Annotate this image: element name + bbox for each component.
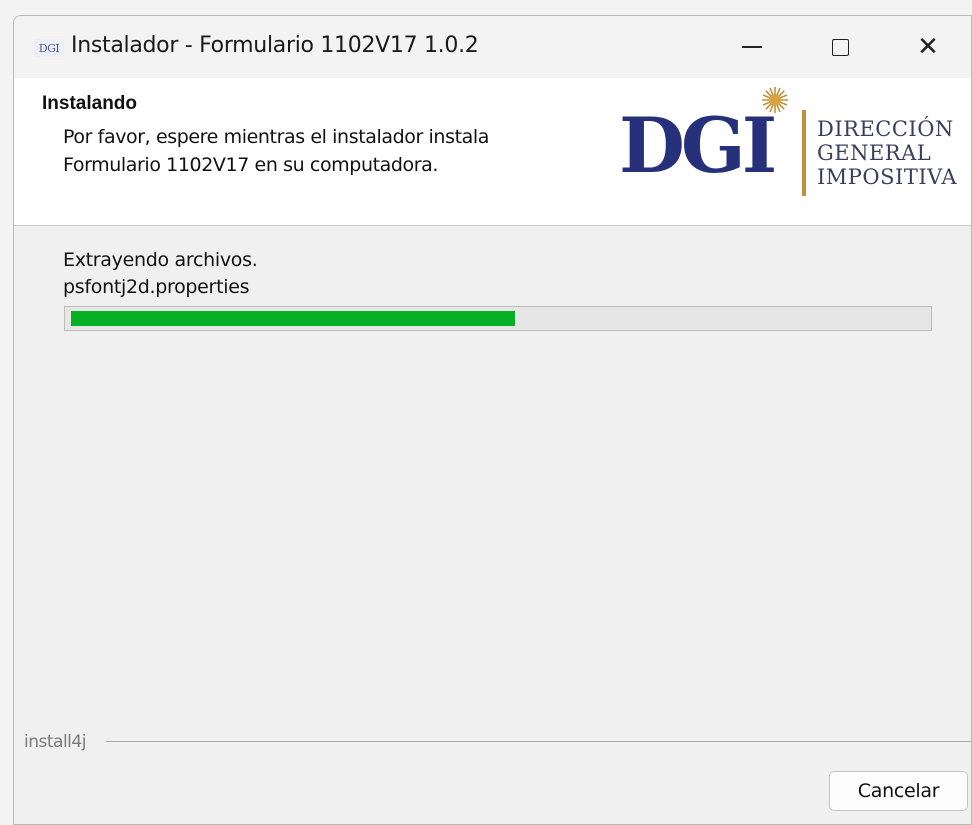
- header-description-line-1: Por favor, espere mientras el instalador…: [63, 126, 489, 148]
- logo-divider: [802, 110, 806, 196]
- header-description-line-2: Formulario 1102V17 en su computadora.: [63, 154, 439, 176]
- installer-window: DGI Instalador - Formulario 1102V17 1.0.…: [13, 15, 972, 825]
- progress-bar: [64, 306, 932, 331]
- current-file: psfontj2d.properties: [63, 276, 250, 298]
- progress-bar-fill: [71, 311, 515, 326]
- dgi-app-icon: DGI: [34, 39, 64, 57]
- window-title: Instalador - Formulario 1102V17 1.0.2: [71, 33, 479, 58]
- maximize-button[interactable]: [796, 16, 884, 78]
- title-bar[interactable]: DGI Instalador - Formulario 1102V17 1.0.…: [14, 16, 971, 78]
- logo-text-line-2: GENERAL: [817, 141, 932, 165]
- status-message: Extrayendo archivos.: [63, 249, 258, 271]
- header-description: Por favor, espere mientras el instalador…: [63, 123, 563, 179]
- close-button[interactable]: ✕: [884, 16, 971, 78]
- minimize-icon: [742, 46, 762, 48]
- maximize-icon: [831, 38, 849, 56]
- logo-text-line-1: DIRECCIÓN: [817, 117, 954, 141]
- dgi-logo: DGI DIRECCIÓN GENERAL IMPOSITIVA: [619, 86, 959, 211]
- header-panel: Instalando Por favor, espere mientras el…: [14, 78, 971, 226]
- close-icon: ✕: [917, 32, 939, 62]
- logo-text-line-3: IMPOSITIVA: [817, 165, 958, 189]
- footer-divider: [106, 741, 971, 742]
- install4j-brand-label: install4j: [24, 732, 86, 752]
- header-title: Instalando: [42, 93, 138, 114]
- cancel-button[interactable]: Cancelar: [829, 771, 968, 811]
- logo-mark: DGI: [619, 101, 777, 190]
- minimize-button[interactable]: [708, 16, 796, 78]
